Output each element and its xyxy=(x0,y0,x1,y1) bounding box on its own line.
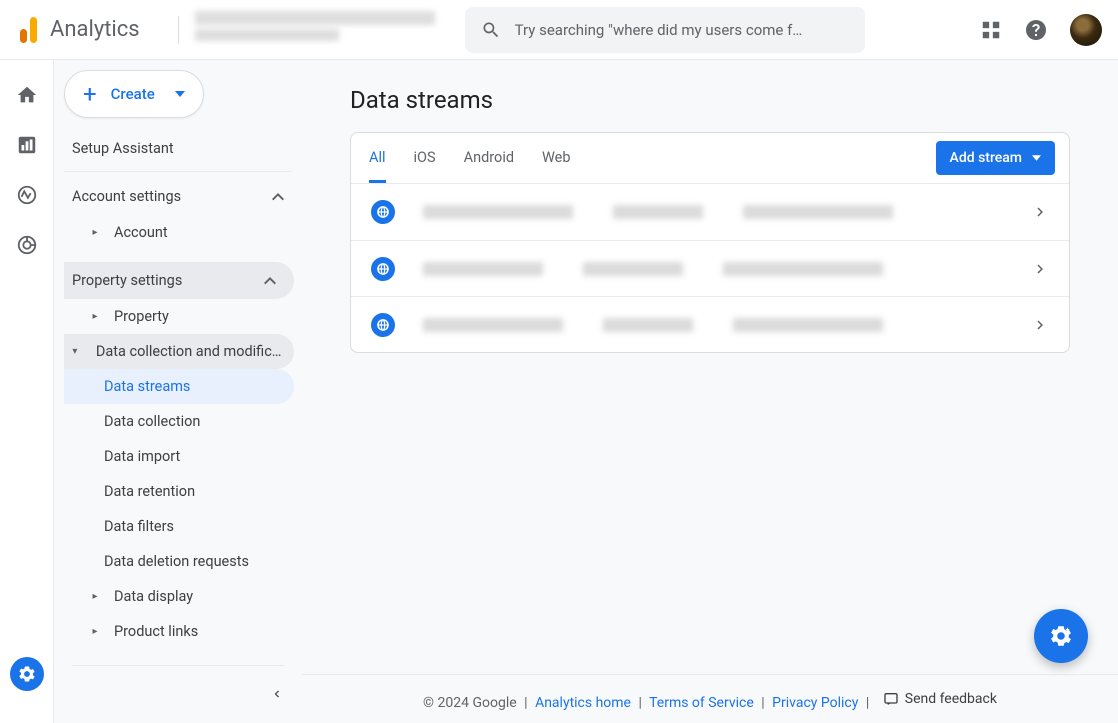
stream-row[interactable] xyxy=(351,184,1069,240)
stream-row[interactable] xyxy=(351,240,1069,296)
tos-link[interactable]: Terms of Service xyxy=(649,695,754,711)
header-actions xyxy=(980,14,1102,46)
product-links-label: Product links xyxy=(114,623,198,640)
help-icon[interactable] xyxy=(1024,18,1048,42)
property-settings-group[interactable]: Property settings xyxy=(64,262,294,299)
collapsed-caret-icon: ▸ xyxy=(86,591,104,602)
admin-gear-button[interactable] xyxy=(10,657,44,691)
chevron-right-icon xyxy=(1031,316,1049,334)
main-content: Data streams All iOS Android Web Add str… xyxy=(302,60,1118,723)
web-stream-icon xyxy=(371,200,395,224)
property-label: Property xyxy=(114,308,169,325)
data-collection-mod-link[interactable]: ▾ Data collection and modifica… xyxy=(64,334,294,369)
page-footer: © 2024 Google | Analytics home | Terms o… xyxy=(302,674,1118,723)
nav-data-filters[interactable]: Data filters xyxy=(64,509,302,544)
feedback-icon xyxy=(883,691,899,707)
account-settings-group[interactable]: Account settings xyxy=(64,178,302,215)
tabs-row: All iOS Android Web Add stream xyxy=(351,133,1069,184)
account-settings-label: Account settings xyxy=(72,188,181,205)
product-links-link[interactable]: ▸ Product links xyxy=(64,614,302,649)
tab-web[interactable]: Web xyxy=(542,133,570,183)
product-logo[interactable]: Analytics xyxy=(16,17,140,43)
admin-sidebar: + Create Setup Assistant Account setting… xyxy=(54,60,302,723)
tab-ios[interactable]: iOS xyxy=(414,133,436,183)
data-display-label: Data display xyxy=(114,588,193,605)
sidebar-divider xyxy=(72,665,284,666)
search-icon xyxy=(481,20,501,40)
web-stream-icon xyxy=(371,313,395,337)
tab-all[interactable]: All xyxy=(369,133,386,183)
add-stream-button[interactable]: Add stream xyxy=(936,141,1055,175)
chevron-right-icon xyxy=(1031,260,1049,278)
tab-android[interactable]: Android xyxy=(464,133,514,183)
page-title: Data streams xyxy=(350,60,1070,132)
header-divider xyxy=(178,16,179,44)
feedback-label: Send feedback xyxy=(905,691,997,707)
property-settings-label: Property settings xyxy=(72,272,182,289)
reports-icon[interactable] xyxy=(16,134,38,156)
nav-data-retention[interactable]: Data retention xyxy=(64,474,302,509)
chevron-up-icon xyxy=(272,193,284,201)
web-stream-icon xyxy=(371,257,395,281)
search-input[interactable] xyxy=(515,21,849,39)
stream-row[interactable] xyxy=(351,296,1069,352)
add-stream-label: Add stream xyxy=(950,150,1022,166)
account-link[interactable]: ▸ Account xyxy=(64,215,302,250)
account-label: Account xyxy=(114,224,168,241)
chevron-up-icon xyxy=(264,277,276,285)
collapsed-caret-icon: ▸ xyxy=(86,311,104,322)
nav-data-deletion[interactable]: Data deletion requests xyxy=(64,544,302,579)
analytics-logo-icon xyxy=(16,17,40,43)
collapsed-caret-icon: ▸ xyxy=(86,626,104,637)
data-display-link[interactable]: ▸ Data display xyxy=(64,579,302,614)
stream-list xyxy=(351,184,1069,352)
nav-data-import[interactable]: Data import xyxy=(64,439,302,474)
nav-data-streams[interactable]: Data streams xyxy=(64,369,294,404)
property-link[interactable]: ▸ Property xyxy=(64,299,302,334)
chevron-right-icon xyxy=(1031,203,1049,221)
advertising-icon[interactable] xyxy=(16,234,38,256)
copyright-text: © 2024 Google xyxy=(423,695,517,711)
account-selector[interactable] xyxy=(195,11,435,49)
create-button[interactable]: + Create xyxy=(64,70,204,118)
user-avatar[interactable] xyxy=(1070,14,1102,46)
analytics-home-link[interactable]: Analytics home xyxy=(535,695,631,711)
home-icon[interactable] xyxy=(16,84,38,106)
app-header: Analytics xyxy=(0,0,1118,60)
apps-icon[interactable] xyxy=(980,19,1002,41)
product-name: Analytics xyxy=(50,17,140,42)
search-box[interactable] xyxy=(465,7,865,53)
streams-card: All iOS Android Web Add stream xyxy=(350,132,1070,353)
nav-rail xyxy=(0,60,54,723)
setup-assistant-link[interactable]: Setup Assistant xyxy=(64,118,292,172)
privacy-link[interactable]: Privacy Policy xyxy=(772,695,858,711)
explore-icon[interactable] xyxy=(16,184,38,206)
create-label: Create xyxy=(111,85,155,103)
plus-icon: + xyxy=(83,80,97,108)
collapsed-caret-icon: ▸ xyxy=(86,227,104,238)
expanded-caret-icon: ▾ xyxy=(64,346,86,357)
nav-data-collection[interactable]: Data collection xyxy=(64,404,302,439)
dropdown-caret-icon xyxy=(175,91,185,97)
dropdown-caret-icon xyxy=(1032,155,1041,161)
collapse-sidebar-button[interactable] xyxy=(270,687,284,701)
data-collection-mod-label: Data collection and modifica… xyxy=(96,343,288,360)
ai-assist-fab[interactable] xyxy=(1034,609,1088,663)
send-feedback-link[interactable]: Send feedback xyxy=(883,691,997,707)
